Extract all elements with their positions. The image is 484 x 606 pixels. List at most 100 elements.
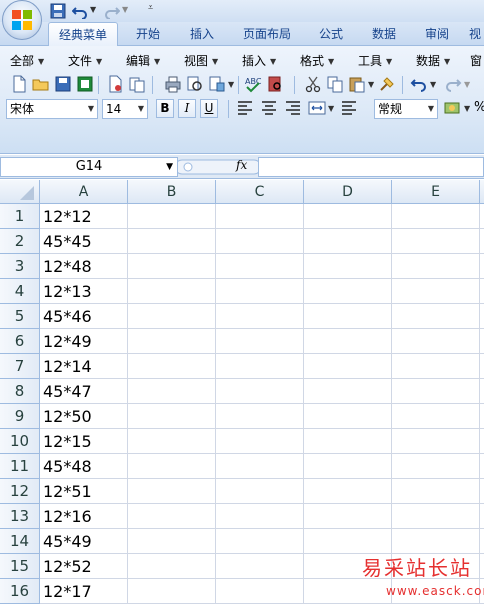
save-icon[interactable] <box>54 75 72 93</box>
cell-e9[interactable] <box>392 404 480 429</box>
menu-file[interactable]: 文件 ▼ <box>68 50 102 72</box>
cell-c5[interactable] <box>216 304 304 329</box>
cell-b9[interactable] <box>128 404 216 429</box>
row-header[interactable]: 3 <box>0 254 40 279</box>
menu-all[interactable]: 全部 ▼ <box>10 50 44 72</box>
cell-a13[interactable]: 12*16 <box>40 504 128 529</box>
cell-f6[interactable] <box>480 329 484 354</box>
cell-d9[interactable] <box>304 404 392 429</box>
permission-icon[interactable] <box>76 75 94 93</box>
cell-a3[interactable]: 12*48 <box>40 254 128 279</box>
cell-d6[interactable] <box>304 329 392 354</box>
cell-d13[interactable] <box>304 504 392 529</box>
cell-b16[interactable] <box>128 579 216 604</box>
cell-f2[interactable] <box>480 229 484 254</box>
redo-icon[interactable] <box>444 75 462 93</box>
cell-c14[interactable] <box>216 529 304 554</box>
merge-center-icon[interactable] <box>308 99 326 117</box>
cell-f11[interactable] <box>480 454 484 479</box>
cell-c10[interactable] <box>216 429 304 454</box>
cell-d12[interactable] <box>304 479 392 504</box>
cell-a1[interactable]: 12*12 <box>40 204 128 229</box>
cell-e13[interactable] <box>392 504 480 529</box>
menu-format[interactable]: 格式 ▼ <box>300 50 334 72</box>
cut-icon[interactable] <box>304 75 322 93</box>
format-painter-icon[interactable] <box>378 75 396 93</box>
save-icon[interactable] <box>50 3 66 19</box>
name-box[interactable]: G14 ▼ <box>0 157 178 177</box>
cell-f3[interactable] <box>480 254 484 279</box>
cell-c4[interactable] <box>216 279 304 304</box>
row-header[interactable]: 7 <box>0 354 40 379</box>
customize-toolbar-icon[interactable]: ⩡ <box>148 3 153 19</box>
tab-classic-menu[interactable]: 经典菜单 <box>48 22 118 47</box>
formula-input[interactable] <box>258 157 484 177</box>
tab-formulas[interactable]: 公式 <box>308 22 354 46</box>
cell-d4[interactable] <box>304 279 392 304</box>
row-header[interactable]: 10 <box>0 429 40 454</box>
cell-f1[interactable] <box>480 204 484 229</box>
column-header-a[interactable]: A <box>40 180 128 204</box>
cell-a8[interactable]: 45*47 <box>40 379 128 404</box>
tab-view[interactable]: 视 <box>466 22 484 46</box>
undo-icon[interactable] <box>72 3 88 19</box>
cell-c16[interactable] <box>216 579 304 604</box>
copy-icon[interactable] <box>326 75 344 93</box>
chevron-down-icon[interactable]: ▼ <box>368 80 374 89</box>
cell-e4[interactable] <box>392 279 480 304</box>
cell-a10[interactable]: 12*15 <box>40 429 128 454</box>
cell-a6[interactable]: 12*49 <box>40 329 128 354</box>
cell-b4[interactable] <box>128 279 216 304</box>
cell-d1[interactable] <box>304 204 392 229</box>
cell-a15[interactable]: 12*52 <box>40 554 128 579</box>
office-button[interactable] <box>2 0 42 40</box>
redo-icon[interactable] <box>104 3 120 19</box>
menu-view[interactable]: 视图 ▼ <box>184 50 218 72</box>
cell-a5[interactable]: 45*46 <box>40 304 128 329</box>
chevron-down-icon[interactable]: ▼ <box>328 104 334 113</box>
redo-dropdown-icon[interactable]: ▼ <box>122 5 128 21</box>
research-book-icon[interactable] <box>266 75 284 93</box>
cell-e2[interactable] <box>392 229 480 254</box>
cell-d10[interactable] <box>304 429 392 454</box>
cell-b3[interactable] <box>128 254 216 279</box>
cell-c8[interactable] <box>216 379 304 404</box>
tab-page-layout[interactable]: 页面布局 <box>232 22 302 46</box>
italic-button[interactable]: I <box>178 99 196 118</box>
undo-icon[interactable] <box>410 75 428 93</box>
cell-e11[interactable] <box>392 454 480 479</box>
row-header[interactable]: 1 <box>0 204 40 229</box>
tab-review[interactable]: 审阅 <box>414 22 460 46</box>
cell-c15[interactable] <box>216 554 304 579</box>
row-header[interactable]: 4 <box>0 279 40 304</box>
row-header[interactable]: 9 <box>0 404 40 429</box>
select-all-button[interactable] <box>0 180 40 204</box>
percent-style-button[interactable]: % <box>474 100 484 115</box>
underline-button[interactable]: U <box>200 99 218 118</box>
align-right-icon[interactable] <box>284 99 302 117</box>
row-header[interactable]: 13 <box>0 504 40 529</box>
column-header-f[interactable] <box>480 180 484 204</box>
tab-data[interactable]: 数据 <box>360 22 408 46</box>
cell-d3[interactable] <box>304 254 392 279</box>
cell-f7[interactable] <box>480 354 484 379</box>
cell-f13[interactable] <box>480 504 484 529</box>
cell-c6[interactable] <box>216 329 304 354</box>
cell-a12[interactable]: 12*51 <box>40 479 128 504</box>
cell-c1[interactable] <box>216 204 304 229</box>
cell-b1[interactable] <box>128 204 216 229</box>
cell-e10[interactable] <box>392 429 480 454</box>
cell-a7[interactable]: 12*14 <box>40 354 128 379</box>
open-folder-icon[interactable] <box>32 75 50 93</box>
cell-b5[interactable] <box>128 304 216 329</box>
currency-format-icon[interactable] <box>444 99 462 117</box>
align-center-icon[interactable] <box>260 99 278 117</box>
font-size-select[interactable]: 14 ▼ <box>102 99 148 119</box>
cell-d2[interactable] <box>304 229 392 254</box>
cell-a4[interactable]: 12*13 <box>40 279 128 304</box>
new-document-icon[interactable] <box>10 75 28 93</box>
chevron-down-icon[interactable]: ▼ <box>430 80 436 89</box>
menu-insert[interactable]: 插入 ▼ <box>242 50 276 72</box>
cell-f12[interactable] <box>480 479 484 504</box>
number-format-select[interactable]: 常规 ▼ <box>374 99 438 119</box>
